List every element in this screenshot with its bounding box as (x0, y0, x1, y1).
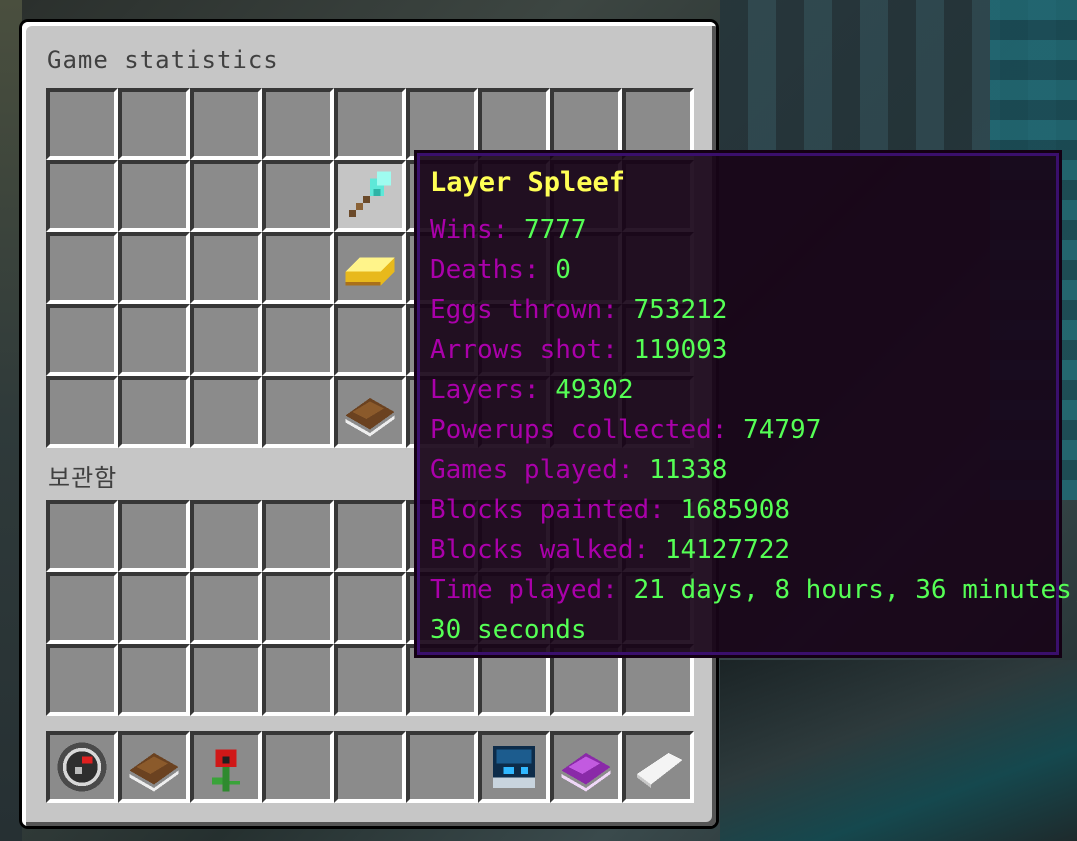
tooltip-stat-line: Blocks walked: 14127722 (430, 535, 790, 565)
container-slot[interactable] (46, 88, 118, 160)
tooltip-stat-line: 30 seconds (430, 615, 587, 645)
inventory-slot[interactable] (262, 644, 334, 716)
stat-label: Time played: (430, 575, 618, 605)
stat-value: 14127722 (664, 535, 791, 565)
stat-label: Eggs thrown: (430, 295, 618, 325)
container-slot[interactable] (334, 88, 406, 160)
inventory-slot[interactable] (334, 644, 406, 716)
inventory-slot[interactable] (46, 644, 118, 716)
container-slot[interactable] (190, 376, 262, 448)
container-slot[interactable] (334, 304, 406, 376)
container-slot[interactable] (118, 160, 190, 232)
inventory-slot[interactable] (190, 500, 262, 572)
tooltip-stat-line: Powerups collected: 74797 (430, 415, 821, 445)
container-slot[interactable] (190, 232, 262, 304)
stat-value: 1685908 (680, 495, 791, 525)
tooltip-title: Layer Spleef (430, 167, 626, 198)
container-slot[interactable] (334, 160, 406, 232)
hotbar-slot[interactable] (262, 731, 334, 803)
container-slot[interactable] (118, 376, 190, 448)
hotbar-slot[interactable] (478, 731, 550, 803)
container-slot[interactable] (118, 232, 190, 304)
tooltip-stat-line: Blocks painted: 1685908 (430, 495, 790, 525)
container-slot[interactable] (334, 232, 406, 304)
stat-value: 753212 (633, 295, 728, 325)
background-world-left (0, 0, 22, 841)
inventory-slot[interactable] (46, 500, 118, 572)
gold-ingot-icon (345, 257, 395, 286)
inventory-slot[interactable] (46, 572, 118, 644)
stat-label: Games played: (430, 455, 634, 485)
hotbar-slot[interactable] (46, 731, 118, 803)
stat-value: 11338 (649, 455, 728, 485)
stat-label: Powerups collected: (430, 415, 728, 445)
hotbar-grid (46, 731, 694, 803)
inventory-slot[interactable] (118, 644, 190, 716)
book-icon (345, 398, 395, 437)
item-tooltip: Layer Spleef Wins: 7777 Deaths: 0 Eggs thr… (414, 150, 1077, 658)
tooltip-stat-line: Arrows shot: 119093 (430, 335, 727, 365)
compass-icon (57, 742, 107, 792)
container-slot[interactable] (46, 304, 118, 376)
inventory-slot[interactable] (118, 572, 190, 644)
container-slot[interactable] (46, 160, 118, 232)
stat-label: Layers: (430, 375, 540, 405)
inventory-slot[interactable] (118, 500, 190, 572)
hotbar-slot[interactable] (334, 731, 406, 803)
container-slot[interactable] (190, 304, 262, 376)
hotbar-slot[interactable] (622, 731, 694, 803)
inventory-slot[interactable] (262, 500, 334, 572)
inventory-slot[interactable] (334, 572, 406, 644)
container-slot[interactable] (118, 304, 190, 376)
stat-value: 74797 (743, 415, 822, 445)
stat-value: 30 seconds (430, 615, 587, 645)
container-slot[interactable] (46, 376, 118, 448)
tooltip-stat-line: Layers: 49302 (430, 375, 634, 405)
container-slot[interactable] (334, 376, 406, 448)
hotbar-slot[interactable] (190, 731, 262, 803)
container-slot[interactable] (262, 304, 334, 376)
tooltip-stat-line: Eggs thrown: 753212 (430, 295, 727, 325)
enchanted-book-icon (561, 753, 611, 792)
container-slot[interactable] (262, 88, 334, 160)
tooltip-stat-line: Wins: 7777 (430, 215, 587, 245)
stat-label: Deaths: (430, 255, 540, 285)
container-slot[interactable] (118, 88, 190, 160)
container-slot[interactable] (262, 232, 334, 304)
stat-label: Blocks walked: (430, 535, 650, 565)
stat-value: 7777 (523, 215, 587, 245)
tooltip-stat-line: Time played: 21 days, 8 hours, 36 minute… (430, 575, 1077, 605)
stat-label: Arrows shot: (430, 335, 618, 365)
stat-value: 49302 (555, 375, 634, 405)
tooltip-stat-line: Deaths: 0 (430, 255, 571, 285)
stat-value: 0 (555, 255, 571, 285)
book-icon (129, 753, 179, 792)
inventory-slot[interactable] (190, 572, 262, 644)
paper-icon (637, 753, 683, 788)
container-slot[interactable] (190, 88, 262, 160)
container-slot[interactable] (46, 232, 118, 304)
container-slot[interactable] (190, 160, 262, 232)
player-head-icon (493, 746, 535, 788)
container-slot[interactable] (262, 160, 334, 232)
stat-label: Blocks painted: (430, 495, 665, 525)
hotbar-slot[interactable] (406, 731, 478, 803)
window-title: Game statistics (47, 46, 279, 74)
tooltip-stat-line: Games played: 11338 (430, 455, 727, 485)
inventory-slot[interactable] (190, 644, 262, 716)
diamond-shovel-icon (349, 171, 391, 217)
stat-label: Wins: (430, 215, 509, 245)
stat-value: 21 days, 8 hours, 36 minutes, (633, 575, 1077, 605)
inventory-slot[interactable] (334, 500, 406, 572)
stat-value: 119093 (633, 335, 728, 365)
hotbar-slot[interactable] (550, 731, 622, 803)
background-world-floor (720, 660, 1077, 841)
container-slot[interactable] (262, 376, 334, 448)
storage-title: 보관함 (48, 464, 118, 492)
inventory-slot[interactable] (262, 572, 334, 644)
poppy-icon (212, 749, 240, 792)
hotbar-slot[interactable] (118, 731, 190, 803)
